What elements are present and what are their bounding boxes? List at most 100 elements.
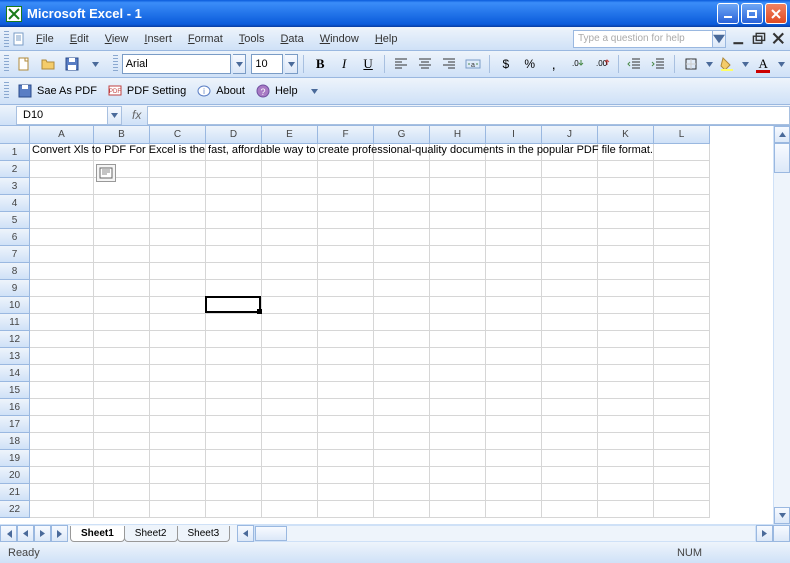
cell-E8[interactable] bbox=[262, 263, 318, 280]
cell-D4[interactable] bbox=[206, 195, 262, 212]
cell-C6[interactable] bbox=[150, 229, 206, 246]
cell-H19[interactable] bbox=[430, 450, 486, 467]
cell-J7[interactable] bbox=[542, 246, 598, 263]
cell-J19[interactable] bbox=[542, 450, 598, 467]
cell-L1[interactable] bbox=[654, 144, 710, 161]
sheet-tab-sheet1[interactable]: Sheet1 bbox=[70, 526, 125, 542]
cell-L13[interactable] bbox=[654, 348, 710, 365]
row-header-18[interactable]: 18 bbox=[0, 433, 30, 450]
cell-G15[interactable] bbox=[374, 382, 430, 399]
cell-J13[interactable] bbox=[542, 348, 598, 365]
sheet-tab-sheet3[interactable]: Sheet3 bbox=[177, 526, 231, 542]
cell-L17[interactable] bbox=[654, 416, 710, 433]
cell-E12[interactable] bbox=[262, 331, 318, 348]
cell-F20[interactable] bbox=[318, 467, 374, 484]
cell-C5[interactable] bbox=[150, 212, 206, 229]
cell-C3[interactable] bbox=[150, 178, 206, 195]
cell-L12[interactable] bbox=[654, 331, 710, 348]
cell-D2[interactable] bbox=[206, 161, 262, 178]
row-header-22[interactable]: 22 bbox=[0, 501, 30, 518]
cell-G3[interactable] bbox=[374, 178, 430, 195]
cell-F2[interactable] bbox=[318, 161, 374, 178]
cell-A16[interactable] bbox=[30, 399, 94, 416]
scrollbar-thumb[interactable] bbox=[774, 143, 790, 173]
cell-I8[interactable] bbox=[486, 263, 542, 280]
cell-C18[interactable] bbox=[150, 433, 206, 450]
cell-J12[interactable] bbox=[542, 331, 598, 348]
cell-F4[interactable] bbox=[318, 195, 374, 212]
row-header-13[interactable]: 13 bbox=[0, 348, 30, 365]
decrease-decimal-button[interactable]: .00 bbox=[591, 53, 613, 75]
cell-J21[interactable] bbox=[542, 484, 598, 501]
cell-I11[interactable] bbox=[486, 314, 542, 331]
cell-B21[interactable] bbox=[94, 484, 150, 501]
next-sheet-button[interactable] bbox=[34, 525, 51, 542]
menu-data[interactable]: Data bbox=[272, 30, 311, 48]
cell-A3[interactable] bbox=[30, 178, 94, 195]
open-button[interactable] bbox=[37, 53, 59, 75]
cell-J3[interactable] bbox=[542, 178, 598, 195]
cell-L2[interactable] bbox=[654, 161, 710, 178]
cell-D5[interactable] bbox=[206, 212, 262, 229]
cell-C15[interactable] bbox=[150, 382, 206, 399]
row-header-19[interactable]: 19 bbox=[0, 450, 30, 467]
cell-K15[interactable] bbox=[598, 382, 654, 399]
scroll-down-button[interactable] bbox=[774, 507, 790, 524]
cell-B12[interactable] bbox=[94, 331, 150, 348]
merge-center-button[interactable]: a bbox=[462, 53, 484, 75]
increase-decimal-button[interactable]: .0 bbox=[567, 53, 589, 75]
cell-K7[interactable] bbox=[598, 246, 654, 263]
doc-minimize-button[interactable] bbox=[732, 32, 746, 46]
cell-D11[interactable] bbox=[206, 314, 262, 331]
column-header-A[interactable]: A bbox=[30, 126, 94, 144]
cell-C4[interactable] bbox=[150, 195, 206, 212]
cell-I4[interactable] bbox=[486, 195, 542, 212]
cell-E17[interactable] bbox=[262, 416, 318, 433]
cell-J9[interactable] bbox=[542, 280, 598, 297]
maximize-button[interactable] bbox=[741, 3, 763, 24]
cell-J16[interactable] bbox=[542, 399, 598, 416]
cell-J5[interactable] bbox=[542, 212, 598, 229]
fill-color-button[interactable] bbox=[716, 53, 738, 75]
cell-B10[interactable] bbox=[94, 297, 150, 314]
cell-F16[interactable] bbox=[318, 399, 374, 416]
cell-L22[interactable] bbox=[654, 501, 710, 518]
cell-K16[interactable] bbox=[598, 399, 654, 416]
cell-F7[interactable] bbox=[318, 246, 374, 263]
cell-D8[interactable] bbox=[206, 263, 262, 280]
menu-file[interactable]: File bbox=[28, 30, 62, 48]
cell-E20[interactable] bbox=[262, 467, 318, 484]
cell-K12[interactable] bbox=[598, 331, 654, 348]
align-center-button[interactable] bbox=[414, 53, 436, 75]
cell-H10[interactable] bbox=[430, 297, 486, 314]
cell-E10[interactable] bbox=[262, 297, 318, 314]
cell-D19[interactable] bbox=[206, 450, 262, 467]
cell-K9[interactable] bbox=[598, 280, 654, 297]
row-header-14[interactable]: 14 bbox=[0, 365, 30, 382]
cell-D16[interactable] bbox=[206, 399, 262, 416]
column-header-E[interactable]: E bbox=[262, 126, 318, 144]
cell-B7[interactable] bbox=[94, 246, 150, 263]
cell-L6[interactable] bbox=[654, 229, 710, 246]
cell-E4[interactable] bbox=[262, 195, 318, 212]
cell-A12[interactable] bbox=[30, 331, 94, 348]
cell-B13[interactable] bbox=[94, 348, 150, 365]
cell-C17[interactable] bbox=[150, 416, 206, 433]
sheet-tab-sheet2[interactable]: Sheet2 bbox=[124, 526, 178, 542]
cell-F15[interactable] bbox=[318, 382, 374, 399]
cell-A21[interactable] bbox=[30, 484, 94, 501]
decrease-indent-button[interactable] bbox=[624, 53, 646, 75]
cell-F18[interactable] bbox=[318, 433, 374, 450]
cell-G13[interactable] bbox=[374, 348, 430, 365]
cell-A20[interactable] bbox=[30, 467, 94, 484]
cell-H3[interactable] bbox=[430, 178, 486, 195]
cell-K19[interactable] bbox=[598, 450, 654, 467]
cell-B5[interactable] bbox=[94, 212, 150, 229]
cell-B19[interactable] bbox=[94, 450, 150, 467]
cell-J22[interactable] bbox=[542, 501, 598, 518]
cell-E13[interactable] bbox=[262, 348, 318, 365]
help-search-dropdown[interactable] bbox=[713, 30, 726, 48]
cell-F21[interactable] bbox=[318, 484, 374, 501]
column-header-G[interactable]: G bbox=[374, 126, 430, 144]
cell-C13[interactable] bbox=[150, 348, 206, 365]
